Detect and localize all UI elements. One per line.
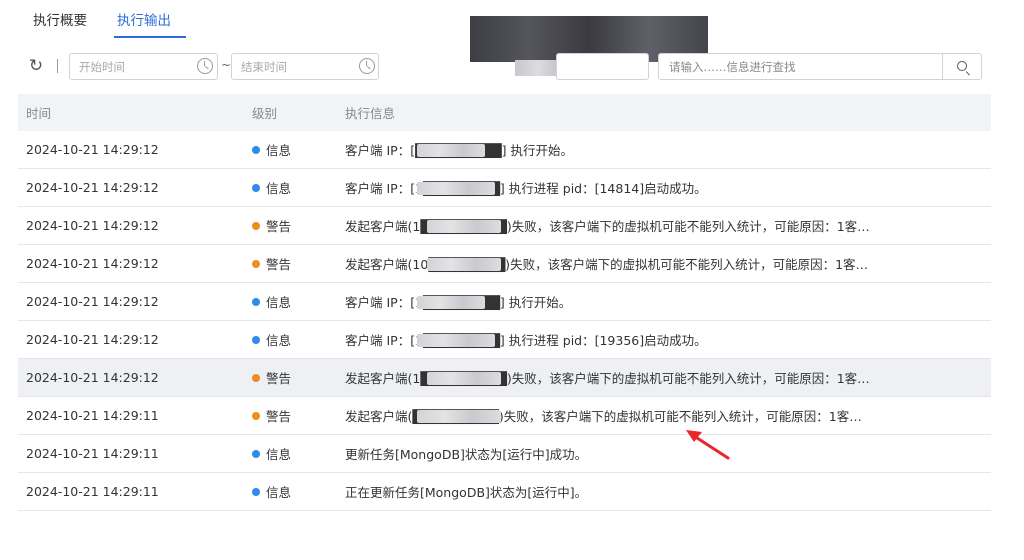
info-status-dot (252, 449, 260, 458)
tab-bar: 执行概要 执行输出 (18, 0, 186, 38)
row-message: 客户端 IP：[1████████] 执行进程 pid：[14814]启动成功。 (337, 178, 991, 197)
row-message: 客户端 IP：[1████████] 执行开始。 (337, 292, 991, 311)
info-status-dot (252, 335, 260, 344)
row-level: 警告 (244, 406, 337, 425)
redacted-area (427, 372, 501, 385)
column-header-time[interactable]: 时间 (18, 103, 244, 122)
warning-status-dot (252, 373, 260, 382)
row-level-label: 警告 (266, 409, 292, 424)
table-row[interactable]: 2024-10-21 14:29:12 信息 客户端 IP：[█████████] … (18, 131, 991, 169)
table-row[interactable]: 2024-10-21 14:29:12 警告 发起客户端(10████████)失败… (18, 245, 991, 283)
row-time: 2024-10-21 14:29:12 (26, 218, 159, 233)
table-row[interactable]: 2024-10-21 14:29:11 信息 正在更新任务[MongoDB]状态为[… (18, 473, 991, 511)
info-status-dot (252, 183, 260, 192)
divider (57, 59, 58, 73)
row-time: 2024-10-21 14:29:12 (26, 256, 159, 271)
row-message-text: 正在更新任务[MongoDB]状态为[运行中]。 (345, 485, 588, 500)
table-row[interactable]: 2024-10-21 14:29:12 警告 发起客户端(1█████████)失败… (18, 207, 991, 245)
range-separator: ~ (221, 58, 232, 72)
redacted-area (417, 410, 501, 423)
row-level: 警告 (244, 254, 337, 273)
warning-status-dot (252, 221, 260, 230)
tab-execution-summary[interactable]: 执行概要 (18, 0, 102, 38)
row-time: 2024-10-21 14:29:11 (26, 408, 159, 423)
redacted-area (427, 220, 501, 233)
row-message: 更新任务[MongoDB]状态为[运行中]成功。 (337, 444, 991, 463)
row-level: 信息 (244, 482, 337, 501)
search-icon (957, 61, 967, 71)
row-level: 信息 (244, 140, 337, 159)
row-message: 正在更新任务[MongoDB]状态为[运行中]。 (337, 482, 991, 501)
row-message: 客户端 IP：[█████████] 执行开始。 (337, 140, 991, 159)
row-time: 2024-10-21 14:29:11 (26, 484, 159, 499)
row-level-label: 信息 (266, 485, 292, 500)
redacted-area (417, 182, 495, 195)
warning-status-dot (252, 411, 260, 420)
table-row[interactable]: 2024-10-21 14:29:11 警告 发起客户端(█████████)失败，… (18, 397, 991, 435)
row-time: 2024-10-21 14:29:11 (26, 446, 159, 461)
redacted-area (417, 296, 485, 309)
redacted-area (427, 258, 501, 271)
info-status-dot (252, 487, 260, 496)
row-level: 警告 (244, 368, 337, 387)
row-message-text: 客户端 IP：[1████████] 执行进程 pid：[19356]启动成功。 (345, 333, 707, 348)
table-row[interactable]: 2024-10-21 14:29:12 信息 客户端 IP：[1████████] … (18, 321, 991, 359)
info-status-dot (252, 297, 260, 306)
row-level-label: 警告 (266, 219, 292, 234)
start-time-input[interactable] (69, 53, 218, 80)
table-row[interactable]: 2024-10-21 14:29:12 警告 发起客户端(1█████████)失败… (18, 359, 991, 397)
table-body: 2024-10-21 14:29:12 信息 客户端 IP：[█████████] … (18, 131, 991, 511)
row-time: 2024-10-21 14:29:12 (26, 142, 159, 157)
search-input[interactable] (658, 53, 943, 80)
row-time: 2024-10-21 14:29:12 (26, 294, 159, 309)
table-row[interactable]: 2024-10-21 14:29:12 信息 客户端 IP：[1████████] … (18, 283, 991, 321)
redacted-area (417, 144, 485, 157)
row-time: 2024-10-21 14:29:12 (26, 332, 159, 347)
row-level: 信息 (244, 178, 337, 197)
column-header-level[interactable]: 级别 (244, 103, 337, 122)
row-message-text: 更新任务[MongoDB]状态为[运行中]成功。 (345, 447, 588, 462)
row-level-label: 信息 (266, 143, 292, 158)
table-row[interactable]: 2024-10-21 14:29:11 信息 更新任务[MongoDB]状态为[运行… (18, 435, 991, 473)
row-time: 2024-10-21 14:29:12 (26, 180, 159, 195)
row-message-text: 发起客户端(1█████████)失败，该客户端下的虚拟机可能不能列入统计，可能… (345, 371, 870, 386)
row-message: 发起客户端(█████████)失败，该客户端下的虚拟机可能不能列入统计，可能原… (337, 406, 991, 425)
refresh-icon[interactable]: ↻ (26, 56, 46, 76)
row-level: 信息 (244, 444, 337, 463)
warning-status-dot (252, 259, 260, 268)
search-button[interactable] (942, 53, 982, 80)
table-header: 时间 级别 执行信息 (18, 94, 991, 131)
row-message: 客户端 IP：[1████████] 执行进程 pid：[19356]启动成功。 (337, 330, 991, 349)
row-level-label: 信息 (266, 181, 292, 196)
info-status-dot (252, 145, 260, 154)
row-level-label: 警告 (266, 257, 292, 272)
column-header-message[interactable]: 执行信息 (337, 103, 991, 122)
row-level-label: 信息 (266, 447, 292, 462)
row-level: 警告 (244, 216, 337, 235)
row-level: 信息 (244, 292, 337, 311)
row-level: 信息 (244, 330, 337, 349)
row-message-text: 发起客户端(10████████)失败，该客户端下的虚拟机可能不能列入统计，可能… (345, 257, 869, 272)
redacted-area (417, 334, 495, 347)
table-row[interactable]: 2024-10-21 14:29:12 信息 客户端 IP：[1████████] … (18, 169, 991, 207)
row-message: 发起客户端(1█████████)失败，该客户端下的虚拟机可能不能列入统计，可能… (337, 368, 991, 387)
row-level-label: 信息 (266, 295, 292, 310)
tab-execution-output[interactable]: 执行输出 (102, 0, 186, 38)
row-level-label: 信息 (266, 333, 292, 348)
row-message: 发起客户端(10████████)失败，该客户端下的虚拟机可能不能列入统计，可能… (337, 254, 991, 273)
row-message-text: 发起客户端(1█████████)失败，该客户端下的虚拟机可能不能列入统计，可能… (345, 219, 870, 234)
search-field-select[interactable] (556, 53, 649, 80)
filter-toolbar: ↻ ~ (26, 52, 984, 82)
log-table: 时间 级别 执行信息 2024-10-21 14:29:12信息客户端 IP：[… (18, 94, 991, 511)
row-level-label: 警告 (266, 371, 292, 386)
end-time-input[interactable] (231, 53, 379, 80)
row-message: 发起客户端(1█████████)失败，该客户端下的虚拟机可能不能列入统计，可能… (337, 216, 991, 235)
row-time: 2024-10-21 14:29:12 (26, 370, 159, 385)
row-message-text: 客户端 IP：[1████████] 执行进程 pid：[14814]启动成功。 (345, 181, 707, 196)
